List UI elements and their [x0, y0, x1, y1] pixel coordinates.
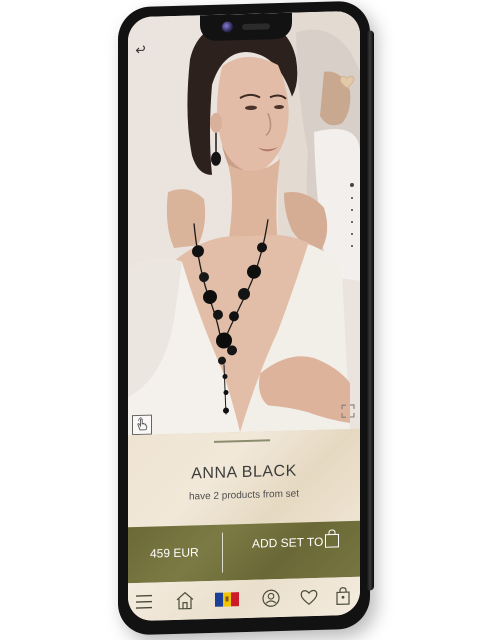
pagination-dot[interactable] — [351, 244, 353, 248]
phone-edge — [366, 30, 374, 591]
app-screen: ANNA BLACK have 2 products from set 459 … — [128, 10, 360, 622]
user-icon[interactable] — [260, 587, 282, 610]
action-divider — [222, 532, 223, 573]
pagination-dot-active[interactable] — [350, 182, 354, 188]
shopping-bag-icon[interactable] — [324, 528, 340, 548]
earpiece-speaker — [242, 23, 270, 31]
add-set-bar: 459 EUR ADD SET TO — [128, 520, 360, 584]
pagination-dot[interactable] — [351, 196, 353, 200]
menu-icon[interactable] — [134, 590, 156, 613]
home-icon[interactable] — [174, 589, 196, 612]
product-photo[interactable] — [128, 10, 360, 436]
drag-handle[interactable] — [214, 439, 270, 443]
gallery-pagination[interactable] — [350, 182, 354, 257]
front-camera — [222, 21, 233, 33]
product-title: ANNA BLACK — [191, 462, 297, 483]
pagination-dot[interactable] — [351, 220, 353, 224]
back-arrow-icon[interactable] — [134, 45, 148, 59]
phone-frame: ANNA BLACK have 2 products from set 459 … — [118, 0, 374, 636]
phone-notch — [200, 12, 292, 42]
flag-icon[interactable] — [214, 588, 240, 611]
pagination-dot[interactable] — [351, 208, 353, 212]
product-info-panel: ANNA BLACK have 2 products from set — [128, 428, 360, 528]
pagination-dot[interactable] — [351, 232, 353, 236]
bag-icon[interactable] — [332, 585, 354, 608]
hand-tap-icon[interactable] — [132, 414, 152, 436]
expand-icon[interactable] — [340, 403, 356, 419]
product-price: 459 EUR — [150, 545, 199, 561]
product-subtitle: have 2 products from set — [188, 488, 300, 503]
add-set-label[interactable]: ADD SET TO — [252, 535, 323, 551]
heart-icon[interactable] — [298, 586, 320, 609]
bottom-navigation — [128, 576, 360, 622]
heart-icon[interactable] — [338, 73, 356, 92]
model-image — [128, 10, 360, 436]
